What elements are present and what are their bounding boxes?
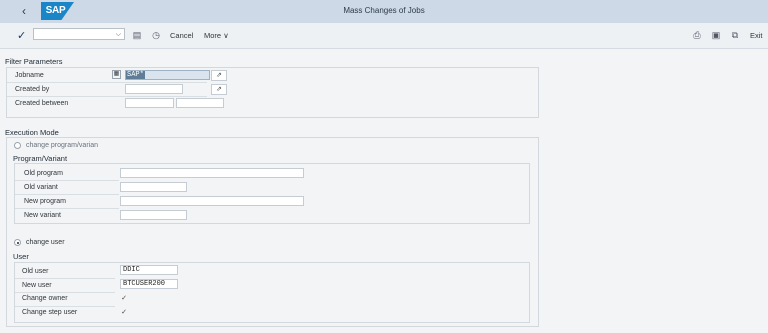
new-user-input[interactable]: BTCUSER200 [120, 279, 178, 289]
created-between-label: Created between [15, 100, 69, 107]
new-program-label: New program [24, 198, 67, 205]
new-user-label: New user [22, 282, 52, 289]
chevron-down-icon[interactable]: ⌵ [116, 29, 121, 40]
created-to-input[interactable] [176, 98, 224, 108]
divider [15, 306, 115, 307]
chevron-down-icon: ∨ [223, 31, 229, 40]
change-owner-label: Change owner [22, 295, 68, 302]
window-icon[interactable]: ▣ [711, 30, 721, 40]
divider [7, 82, 207, 83]
divider [15, 194, 119, 195]
new-variant-input[interactable] [120, 210, 187, 220]
save-icon[interactable]: ▤ [132, 30, 142, 40]
change-user-radio[interactable] [14, 239, 21, 246]
change-step-user-checkbox[interactable]: ✓ [120, 309, 128, 317]
more-label: More [204, 31, 222, 40]
old-program-label: Old program [24, 170, 63, 177]
created-from-input[interactable] [125, 98, 174, 108]
checkmark-icon[interactable]: ✓ [17, 29, 26, 42]
page-title: Mass Changes of Jobs [343, 6, 425, 15]
old-program-input[interactable] [120, 168, 304, 178]
change-owner-checkbox[interactable]: ✓ [120, 295, 128, 303]
divider [15, 278, 115, 279]
change-user-label: change user [26, 239, 65, 246]
change-program-radio[interactable] [14, 142, 21, 149]
change-step-user-label: Change step user [22, 309, 78, 316]
created-by-input[interactable] [125, 84, 183, 94]
jobname-label: Jobname [15, 72, 44, 79]
divider [7, 96, 207, 97]
created-by-label: Created by [15, 86, 50, 93]
program-variant-title: Program/Variant [13, 154, 68, 163]
old-user-label: Old user [22, 268, 49, 275]
divider [15, 208, 119, 209]
fullscreen-icon[interactable]: ⧉ [730, 30, 740, 40]
multiple-selection-icon[interactable]: ⇗ [211, 70, 227, 81]
more-button[interactable]: More ∨ [204, 31, 229, 40]
filter-section-title: Filter Parameters [5, 57, 63, 66]
exit-button[interactable]: Exit [750, 31, 763, 40]
new-program-input[interactable] [120, 196, 304, 206]
execution-section-title: Execution Mode [5, 128, 59, 137]
divider [15, 180, 119, 181]
clock-icon[interactable]: ◷ [151, 30, 161, 40]
chevron-left-icon[interactable]: ‹ [18, 5, 30, 18]
jobname-value: SAP* [126, 71, 145, 79]
user-section-title: User [13, 252, 29, 261]
divider [15, 292, 115, 293]
old-variant-label: Old variant [24, 184, 58, 191]
filter-box [6, 67, 539, 118]
old-variant-input[interactable] [120, 182, 187, 192]
change-program-label: change program/varian [26, 142, 98, 149]
multiple-selection-icon[interactable]: ⇗ [211, 84, 227, 95]
print-icon[interactable]: ⎙ [692, 30, 702, 40]
jobname-input[interactable]: SAP* [125, 70, 210, 80]
command-field[interactable]: ⌵ [33, 28, 125, 40]
selection-options-icon[interactable]: ▦ [112, 70, 121, 79]
new-variant-label: New variant [24, 212, 61, 219]
cancel-button[interactable]: Cancel [170, 31, 193, 40]
old-user-input[interactable]: DDIC [120, 265, 178, 275]
